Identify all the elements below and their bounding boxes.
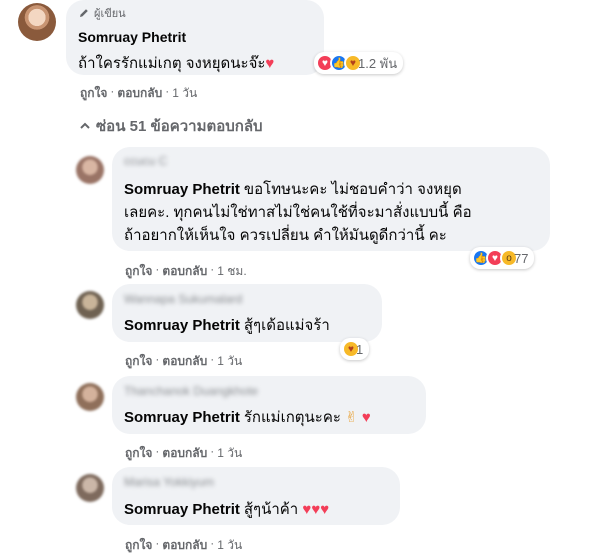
main-comment-text-body: ถ้าใครรักแม่เกตุ จงหยุดนะจ๊ะ: [78, 55, 266, 72]
heart-emoji-icon: ♥: [361, 409, 371, 426]
timestamp[interactable]: 1 วัน: [217, 444, 242, 463]
blurred-commenter-name[interactable]: Thanchanok Duangkhote: [124, 384, 258, 398]
like-link[interactable]: ถูกใจ: [125, 352, 152, 371]
reply-avatar[interactable]: [76, 156, 104, 184]
reply-text: Somruay Phetrit สู้ๆเด้อแม่จร้า: [124, 314, 330, 337]
pencil-icon: [80, 9, 88, 17]
main-comment-actions: ถูกใจ · ตอบกลับ · 1 วัน: [80, 84, 197, 103]
like-link[interactable]: ถูกใจ: [125, 536, 152, 555]
reply-link[interactable]: ตอบกลับ: [162, 536, 207, 555]
commenter-avatar[interactable]: [18, 3, 56, 41]
reply-actions: ถูกใจ · ตอบกลับ · 1 วัน: [125, 352, 242, 371]
reply-avatar[interactable]: [76, 383, 104, 411]
reply-reaction-summary[interactable]: 👍 ♥ o 77: [470, 247, 535, 269]
reply-link[interactable]: ตอบกลับ: [162, 444, 207, 463]
love-you-hand-emoji-icon: ✌: [345, 409, 358, 426]
reply-line: ถ้าอยากให้เห็นใจ ควรเปลี่ยน คำให้มันดูดี…: [124, 227, 447, 244]
timestamp[interactable]: 1 ชม.: [217, 262, 246, 281]
blurred-commenter-name[interactable]: Wannapa Sukumalard: [124, 292, 242, 306]
timestamp[interactable]: 1 วัน: [217, 352, 242, 371]
reply-actions: ถูกใจ · ตอบกลับ · 1 วัน: [125, 444, 242, 463]
reply-reaction-summary[interactable]: ♥ 1: [340, 338, 370, 360]
reply-avatar[interactable]: [76, 474, 104, 502]
reply-author[interactable]: Somruay Phetrit: [124, 317, 240, 334]
reply-body: สู้ๆน้าค้า: [243, 501, 299, 518]
reply-line: เลยคะ. ทุกคนไม่ใช่ทาสไม่ใช่คนใช้ที่จะมาส…: [124, 204, 472, 221]
timestamp[interactable]: 1 วัน: [172, 84, 197, 103]
blurred-commenter-name[interactable]: Marisa Yokkiyum: [124, 475, 214, 489]
like-link[interactable]: ถูกใจ: [125, 444, 152, 463]
reply-actions: ถูกใจ · ตอบกลับ · 1 วัน: [125, 536, 242, 555]
timestamp[interactable]: 1 วัน: [217, 536, 242, 555]
reply-author[interactable]: Somruay Phetrit: [124, 501, 240, 518]
reaction-count: 1.2 พัน: [358, 55, 398, 71]
hide-replies-button[interactable]: ซ่อน 51 ข้อความตอบกลับ: [80, 114, 263, 138]
author-badge-label: ผู้เขียน: [94, 8, 126, 20]
author-badge: ผู้เขียน: [78, 4, 126, 22]
reply-link[interactable]: ตอบกลับ: [162, 262, 207, 281]
reply-link[interactable]: ตอบกลับ: [117, 84, 162, 103]
reply-text: Somruay Phetrit รักแม่เกตุนะคะ ✌ ♥: [124, 406, 371, 429]
main-comment-text: ถ้าใครรักแม่เกตุ จงหยุดนะจ๊ะ♥: [78, 51, 274, 75]
heart-emoji-icon: ♥: [265, 55, 275, 72]
reply-link[interactable]: ตอบกลับ: [162, 352, 207, 371]
reply-body: รักแม่เกตุนะคะ: [243, 409, 341, 426]
chevron-up-icon: [80, 122, 90, 129]
reaction-count: 77: [514, 250, 529, 266]
heart-emoji-icon: ♥: [311, 501, 321, 518]
hide-replies-label: ซ่อน 51 ข้อความตอบกลับ: [96, 118, 263, 135]
reply-actions: ถูกใจ · ตอบกลับ · 1 ชม.: [125, 262, 247, 281]
reply-text: Somruay Phetrit สู้ๆน้าค้า ♥♥♥: [124, 498, 329, 521]
reply-author[interactable]: Somruay Phetrit: [124, 409, 240, 426]
reply-avatar[interactable]: [76, 291, 104, 319]
like-link[interactable]: ถูกใจ: [125, 262, 152, 281]
reply-body: สู้ๆเด้อแม่จร้า: [243, 317, 330, 334]
main-reaction-summary[interactable]: ♥ 👍 ♥ 1.2 พัน: [314, 52, 404, 74]
heart-emoji-icon: ♥: [320, 501, 330, 518]
like-link[interactable]: ถูกใจ: [80, 84, 107, 103]
blurred-commenter-name[interactable]: ccucu C: [124, 154, 167, 168]
reply-author[interactable]: Somruay Phetrit: [124, 181, 240, 198]
reply-text: Somruay Phetrit ขอโทษนะคะ ไม่ชอบคำว่า จงห…: [124, 178, 472, 247]
main-comment-author[interactable]: Somruay Phetrit: [78, 29, 186, 45]
reaction-count: 1: [356, 341, 364, 357]
reply-line: ขอโทษนะคะ ไม่ชอบคำว่า จงหยุด: [243, 181, 462, 198]
heart-ribbon-emoji-icon: ♥: [302, 501, 312, 518]
